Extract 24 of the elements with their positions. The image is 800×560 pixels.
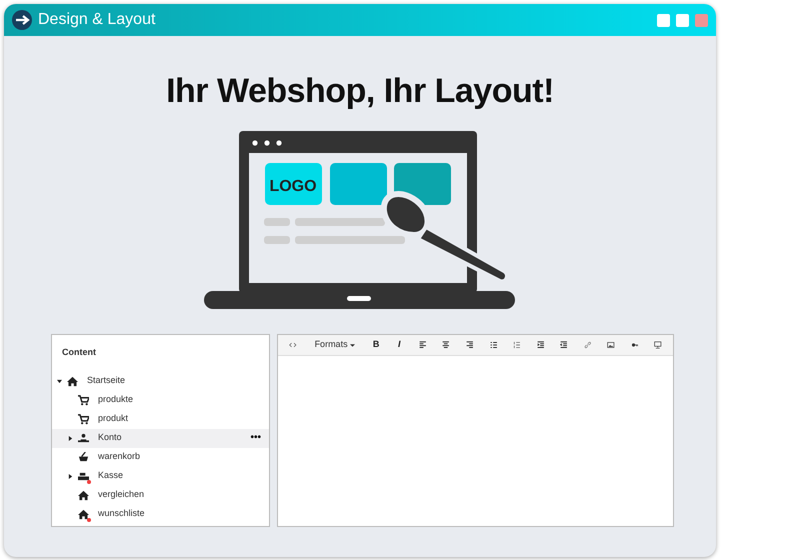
headline: Ihr Webshop, Ihr Layout! bbox=[166, 71, 554, 112]
tree-item[interactable]: Kasse bbox=[52, 466, 269, 486]
tree-item[interactable]: Startseite bbox=[52, 372, 269, 390]
tree-item[interactable]: Konto ••• bbox=[52, 428, 269, 448]
tree-item[interactable]: vergleichen bbox=[52, 486, 269, 504]
item-label: Kasse bbox=[98, 469, 124, 482]
item-label: produkt bbox=[98, 412, 128, 426]
window-title: Design & Layout bbox=[38, 10, 156, 30]
panel-title: Content bbox=[62, 346, 96, 359]
tree-item[interactable]: warenkorb bbox=[52, 448, 269, 466]
item-label: wunschliste bbox=[98, 507, 145, 520]
item-label: Startseite bbox=[87, 374, 126, 388]
tree-item[interactable]: wunschliste bbox=[52, 504, 269, 524]
item-label: warenkorb bbox=[98, 450, 140, 464]
tree-item[interactable]: produkt bbox=[52, 410, 269, 428]
bold-button[interactable]: B bbox=[368, 338, 384, 352]
italic-button[interactable]: I bbox=[392, 338, 407, 352]
item-label: produkte bbox=[98, 393, 134, 406]
item-label: vergleichen bbox=[98, 488, 144, 502]
item-label: Konto bbox=[98, 431, 122, 444]
tree-item[interactable]: produkte bbox=[52, 390, 269, 410]
more-menu[interactable]: ••• bbox=[250, 433, 261, 443]
logo-text: LOGO bbox=[269, 178, 317, 195]
formats-dropdown[interactable]: Formats bbox=[314, 338, 355, 352]
